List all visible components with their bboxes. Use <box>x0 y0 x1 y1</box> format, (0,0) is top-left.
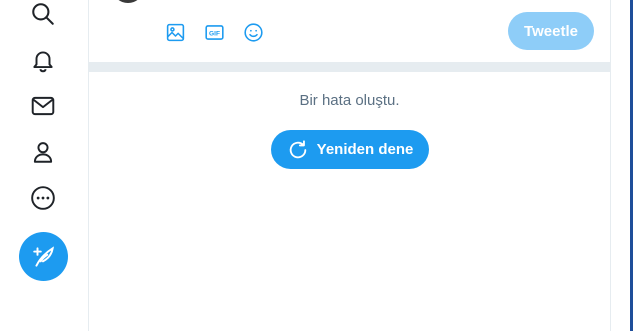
section-divider <box>89 62 610 72</box>
retry-label: Yeniden dene <box>316 141 414 158</box>
error-message: Bir hata oluştu. <box>299 92 400 109</box>
bell-icon[interactable] <box>29 46 57 74</box>
more-icon[interactable] <box>29 184 57 212</box>
avatar[interactable] <box>113 0 143 3</box>
refresh-icon <box>289 139 306 158</box>
gif-icon[interactable]: GIF <box>202 20 226 44</box>
mail-icon[interactable] <box>29 92 57 120</box>
emoji-icon[interactable] <box>241 20 265 44</box>
nav-rail <box>0 0 88 331</box>
feather-plus-icon <box>32 245 54 267</box>
composer-toolbar: GIF <box>163 20 265 44</box>
person-icon[interactable] <box>29 138 57 166</box>
compose-tweet-button[interactable] <box>19 232 68 281</box>
image-icon[interactable] <box>163 20 187 44</box>
gif-label: GIF <box>209 30 220 37</box>
search-icon[interactable] <box>29 0 57 28</box>
right-gutter <box>611 0 633 331</box>
tweet-button[interactable]: Tweetle <box>508 12 594 50</box>
retry-button[interactable]: Yeniden dene <box>271 130 429 169</box>
main-column: GIF Tweetle Bir hata oluştu. Yeniden den… <box>88 0 611 331</box>
error-panel: Bir hata oluştu. Yeniden dene <box>89 72 610 169</box>
